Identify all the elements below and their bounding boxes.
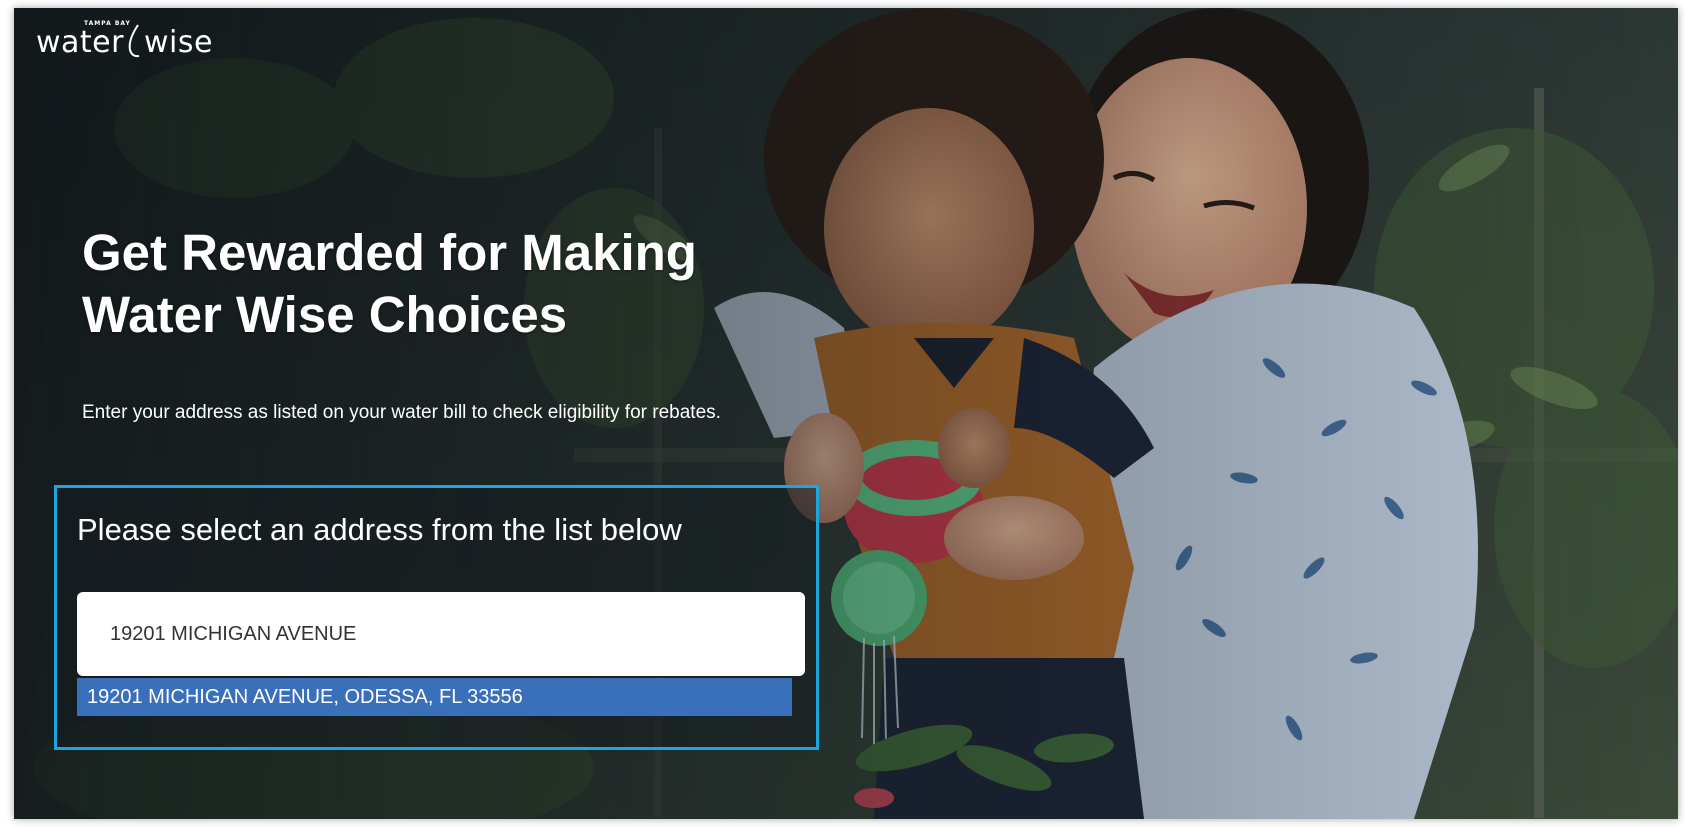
logo-word-wise: wise bbox=[143, 25, 213, 60]
water-wise-logo[interactable]: TAMPA BAY water wise bbox=[36, 20, 213, 64]
logo-tagline: TAMPA BAY bbox=[84, 20, 131, 27]
logo-word-water: water bbox=[36, 25, 124, 60]
address-input[interactable] bbox=[77, 592, 805, 676]
water-drop-icon bbox=[126, 24, 142, 64]
page-headline: Get Rewarded for Making Water Wise Choic… bbox=[82, 222, 782, 346]
hero-banner: TAMPA BAY water wise Get Rewarded for Mak… bbox=[14, 8, 1678, 819]
address-suggestion-item[interactable]: 19201 MICHIGAN AVENUE, ODESSA, FL 33556 bbox=[77, 678, 792, 716]
address-suggestions-list: 19201 MICHIGAN AVENUE, ODESSA, FL 33556 bbox=[77, 678, 792, 716]
page: TAMPA BAY water wise Get Rewarded for Mak… bbox=[0, 0, 1685, 827]
address-lookup-panel: Please select an address from the list b… bbox=[54, 485, 819, 750]
address-instructions: Enter your address as listed on your wat… bbox=[82, 402, 721, 423]
headline-line-2: Water Wise Choices bbox=[82, 286, 568, 343]
address-panel-title: Please select an address from the list b… bbox=[77, 512, 682, 547]
headline-line-1: Get Rewarded for Making bbox=[82, 224, 697, 281]
